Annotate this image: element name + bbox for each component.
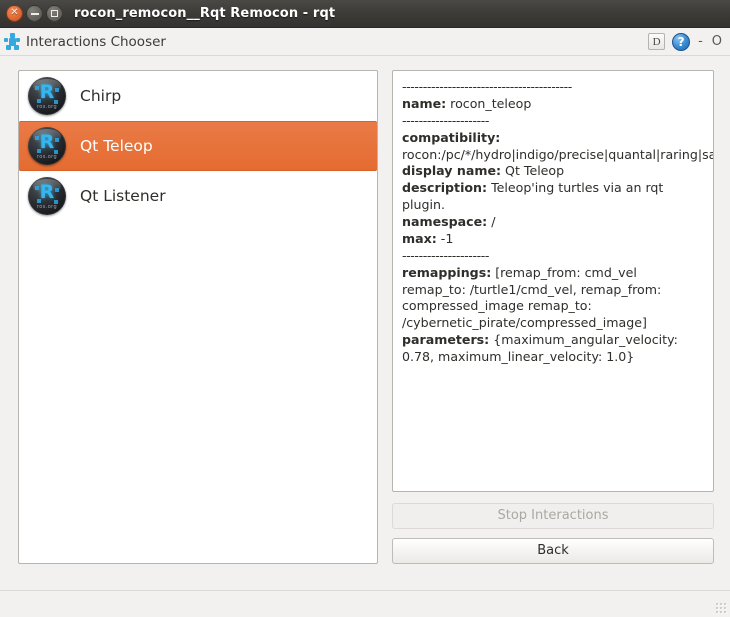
details-namespace-value: / bbox=[487, 214, 495, 229]
details-max-key: max: bbox=[402, 231, 437, 246]
close-icon[interactable]: ✕ bbox=[6, 5, 23, 22]
details-compatibility-value: rocon:/pc/*/hydro|indigo/precise|quantal… bbox=[402, 147, 714, 162]
help-icon[interactable]: ? bbox=[672, 33, 690, 51]
window-controls: ✕ bbox=[6, 5, 63, 22]
details-remappings-key: remappings: bbox=[402, 265, 491, 280]
float-dock-icon[interactable]: D bbox=[648, 33, 665, 50]
list-item-selected[interactable]: R ros.org Qt Teleop bbox=[19, 121, 377, 171]
ros-logo-icon: R ros.org bbox=[28, 177, 66, 215]
maximize-icon[interactable] bbox=[46, 5, 63, 22]
details-name-key: name: bbox=[402, 96, 446, 111]
ros-logo-icon: R ros.org bbox=[28, 127, 66, 165]
details-remappings-row: remappings: [remap_from: cmd_vel remap_t… bbox=[402, 265, 704, 333]
plugin-title: Interactions Chooser bbox=[26, 34, 166, 50]
rqt-remocon-window: ✕ rocon_remocon__Rqt Remocon - rqt Inter… bbox=[0, 0, 730, 617]
details-parameters-row: parameters: {maximum_angular_velocity: 0… bbox=[402, 332, 704, 366]
details-compatibility-row: compatibility: rocon:/pc/*/hydro|indigo/… bbox=[402, 130, 704, 164]
details-name-value: rocon_teleop bbox=[446, 96, 531, 111]
details-display-name-row: display name: Qt Teleop bbox=[402, 163, 704, 180]
details-description-row: description: Teleop'ing turtles via an r… bbox=[402, 180, 704, 214]
list-item-label: Qt Listener bbox=[80, 187, 166, 205]
list-item[interactable]: R ros.org Chirp bbox=[19, 71, 377, 121]
minimize-icon[interactable] bbox=[26, 5, 43, 22]
details-namespace-key: namespace: bbox=[402, 214, 487, 229]
interactions-list[interactable]: R ros.org Chirp R ros.org Qt Teleop bbox=[18, 70, 378, 564]
window-title: rocon_remocon__Rqt Remocon - rqt bbox=[74, 6, 335, 21]
rocon-logo-icon bbox=[4, 33, 21, 50]
details-separator-bottom: --------------------- bbox=[402, 248, 704, 265]
plugin-header-left: Interactions Chooser bbox=[4, 33, 166, 50]
details-separator-top: ----------------------------------------… bbox=[402, 79, 704, 96]
list-item[interactable]: R ros.org Qt Listener bbox=[19, 171, 377, 221]
details-name-row: name: rocon_teleop bbox=[402, 96, 704, 113]
stop-interactions-row: Stop Interactions bbox=[392, 503, 714, 529]
details-max-value: -1 bbox=[437, 231, 454, 246]
plugin-header: Interactions Chooser D ? - O bbox=[0, 28, 730, 56]
details-display-name-key: display name: bbox=[402, 163, 501, 178]
details-description-key: description: bbox=[402, 180, 487, 195]
ros-logo-icon: R ros.org bbox=[28, 77, 66, 115]
details-parameters-key: parameters: bbox=[402, 332, 489, 347]
back-row: Back bbox=[392, 538, 714, 564]
plugin-close-icon[interactable]: O bbox=[711, 35, 723, 48]
interaction-details: --------------------- -------------------… bbox=[392, 70, 714, 492]
back-button[interactable]: Back bbox=[392, 538, 714, 564]
plugin-header-controls: D ? - O bbox=[648, 33, 723, 51]
details-separator-mid: --------------------- bbox=[402, 113, 704, 130]
details-display-name-value: Qt Teleop bbox=[501, 163, 564, 178]
stop-interactions-button[interactable]: Stop Interactions bbox=[392, 503, 714, 529]
details-compatibility-key: compatibility: bbox=[402, 130, 500, 145]
list-item-label: Chirp bbox=[80, 87, 121, 105]
resize-grip-icon[interactable] bbox=[715, 602, 727, 614]
details-column: --------------------- -------------------… bbox=[392, 70, 714, 590]
plugin-minimize-icon[interactable]: - bbox=[697, 35, 704, 48]
status-bar bbox=[0, 590, 730, 617]
main-content: R ros.org Chirp R ros.org Qt Teleop bbox=[0, 56, 730, 590]
list-item-label: Qt Teleop bbox=[80, 137, 153, 155]
details-namespace-row: namespace: / bbox=[402, 214, 704, 231]
window-titlebar: ✕ rocon_remocon__Rqt Remocon - rqt bbox=[0, 0, 730, 28]
details-max-row: max: -1 bbox=[402, 231, 704, 248]
